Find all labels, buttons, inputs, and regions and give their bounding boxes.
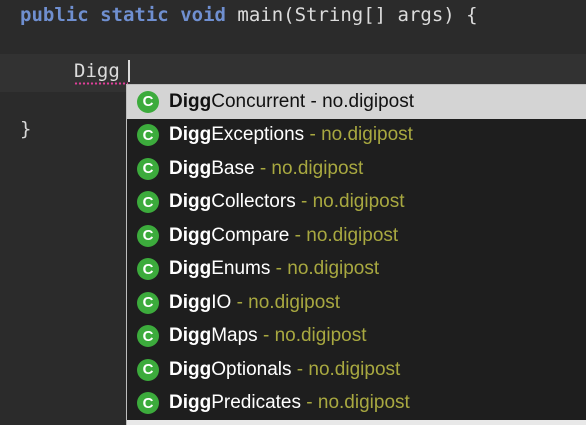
error-squiggle [74,82,128,85]
class-icon: C [137,325,159,348]
item-separator: - [294,224,301,246]
item-package-name: no.digipost [321,124,413,146]
item-package-name: no.digipost [322,90,415,112]
autocomplete-item[interactable]: C Digg Maps - no.digipost [127,319,586,353]
item-package-name: no.digipost [317,392,410,414]
item-separator: - [275,258,282,280]
text-cursor [128,60,130,82]
item-class-name-suffix: Compare [211,224,290,246]
item-class-name-suffix: Optionals [211,358,292,380]
item-separator: - [309,124,316,146]
autocomplete-item[interactable]: C Digg Enums - no.digipost [127,252,586,286]
item-match-prefix: Digg [169,124,212,146]
class-icon: C [137,191,159,214]
class-icon: C [137,90,159,113]
item-class-name-suffix: Concurrent [211,90,306,112]
item-separator: - [300,191,308,213]
item-package-name: no.digipost [287,258,380,280]
item-class-name-suffix: Maps [211,325,258,347]
autocomplete-popup[interactable]: C Digg Concurrent - no.digipost C Digg Except… [126,84,586,425]
autocomplete-item[interactable]: C Digg Predicates - no.digipost [127,386,586,420]
class-icon: C [137,358,159,381]
item-class-name-suffix: Collectors [211,191,296,213]
item-package-name: no.digipost [306,224,399,246]
item-match-prefix: Digg [169,224,212,246]
class-icon: C [137,392,159,415]
item-separator: - [310,90,317,112]
item-separator: - [296,358,304,380]
item-class-name-suffix: Exceptions [211,124,305,146]
item-separator: - [236,291,243,313]
class-icon: C [137,258,159,281]
keyword-public: public [20,4,89,26]
item-package-name: no.digipost [274,325,367,347]
item-class-name-suffix: IO [211,291,232,313]
autocomplete-item[interactable]: C Digg Exceptions - no.digipost [127,118,586,152]
item-class-name-suffix: Predicates [211,392,301,414]
item-class-name-suffix: Base [211,157,255,179]
autocomplete-item[interactable]: C Digg Collectors - no.digipost [127,185,586,219]
class-icon: C [137,124,159,147]
item-match-prefix: Digg [169,325,212,347]
keyword-static: static [100,4,169,26]
item-match-prefix: Digg [169,258,212,280]
item-match-prefix: Digg [169,157,212,179]
item-package-name: no.digipost [248,291,341,313]
autocomplete-item[interactable]: C Digg IO - no.digipost [127,286,586,320]
item-package-name: no.digipost [312,191,405,213]
class-icon: C [137,224,159,247]
item-separator: - [262,325,270,347]
closing-brace: } [20,118,32,140]
autocomplete-item[interactable]: C Digg Compare - no.digipost [127,219,586,253]
item-separator: - [306,392,313,414]
autocomplete-item[interactable]: C Digg Base - no.digipost [127,152,586,186]
keyword-void: void [180,4,226,26]
autocomplete-item[interactable]: C Digg Concurrent - no.digipost [127,85,586,119]
typed-text: Digg [74,60,120,82]
item-match-prefix: Digg [169,392,212,414]
item-match-prefix: Digg [169,191,212,213]
method-signature: main(String[] args) { [237,4,478,26]
class-icon: C [137,157,159,180]
item-match-prefix: Digg [169,291,212,313]
item-match-prefix: Digg [169,90,212,112]
item-class-name-suffix: Enums [211,258,271,280]
item-package-name: no.digipost [271,157,364,179]
item-separator: - [259,157,267,179]
item-package-name: no.digipost [308,358,401,380]
autocomplete-item[interactable]: C Digg Optionals - no.digipost [127,353,586,387]
class-icon: C [137,291,159,314]
code-line-main-signature: public static void main(String[] args) { [20,4,478,26]
item-match-prefix: Digg [169,358,212,380]
